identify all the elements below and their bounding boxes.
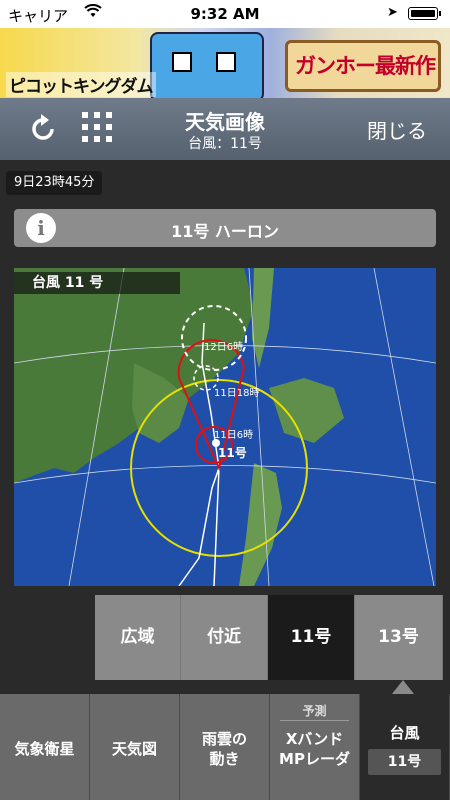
bottom-label: Xバンド bbox=[285, 730, 344, 748]
tab-nearby[interactable]: 付近 bbox=[181, 595, 268, 680]
map-graphic: 12日6時 11日18時 11日6時 11号 bbox=[14, 268, 436, 586]
typhoon-map[interactable]: 12日6時 11日18時 11日6時 11号 台風 11 号 bbox=[14, 268, 436, 586]
bottom-item-satellite[interactable]: 気象衛星 bbox=[0, 694, 90, 800]
track-label-c: 11日6時 bbox=[214, 429, 253, 441]
ad-left-text: ピコットキングダム bbox=[6, 72, 156, 97]
status-bar: キャリア 9:32 AM ➤ bbox=[0, 0, 450, 28]
ad-right-text: ガンホー最新作 bbox=[295, 54, 436, 78]
land-honshu bbox=[239, 463, 282, 586]
bottom-label: 天気図 bbox=[111, 740, 157, 758]
bottom-item-typhoon[interactable]: 台風 11号 bbox=[360, 694, 450, 800]
bottom-item-weather-map[interactable]: 天気図 bbox=[90, 694, 180, 800]
timestamp-badge: 9日23時45分 bbox=[6, 171, 103, 195]
track-label-d: 11号 bbox=[218, 445, 247, 460]
land-sakhalin bbox=[252, 268, 274, 368]
track-label-b: 11日18時 bbox=[214, 387, 259, 399]
typhoon-name: 11号 ハーロン bbox=[171, 222, 279, 241]
divider bbox=[280, 720, 349, 721]
battery-icon bbox=[408, 7, 441, 20]
bottom-item-xband-radar[interactable]: 予測 Xバンド MPレーダ bbox=[270, 694, 360, 800]
typhoon-number-badge: 11号 bbox=[368, 749, 441, 775]
typhoon-info-bar[interactable]: i 11号 ハーロン bbox=[14, 209, 436, 247]
bottom-item-rain-clouds[interactable]: 雨雲の 動き bbox=[180, 694, 270, 800]
bottom-label: 雨雲の bbox=[201, 730, 247, 748]
ad-banner[interactable]: ピコットキングダム ガンホー最新作 bbox=[0, 28, 450, 98]
tab-typhoon-11[interactable]: 11号 bbox=[268, 595, 355, 680]
land-hokkaido bbox=[269, 378, 344, 443]
ad-character-image bbox=[150, 32, 264, 98]
nav-bar: 天気画像 台風：11号 閉じる bbox=[0, 98, 450, 160]
tab-wide[interactable]: 広域 bbox=[95, 595, 181, 680]
bottom-label: MPレーダ bbox=[279, 750, 350, 768]
map-title: 台風 11 号 bbox=[14, 272, 180, 294]
bottom-label: 台風 bbox=[389, 724, 420, 742]
bottom-label: 気象衛星 bbox=[14, 740, 75, 758]
track-label-a: 12日6時 bbox=[204, 341, 243, 353]
location-arrow-icon: ➤ bbox=[387, 5, 398, 20]
tab-typhoon-13[interactable]: 13号 bbox=[355, 595, 443, 680]
status-time: 9:32 AM bbox=[190, 5, 260, 23]
close-button[interactable]: 閉じる bbox=[367, 115, 427, 144]
tab-pointer-arrow bbox=[392, 680, 414, 694]
bottom-label: 動き bbox=[209, 750, 240, 768]
forecast-label: 予測 bbox=[302, 704, 327, 718]
